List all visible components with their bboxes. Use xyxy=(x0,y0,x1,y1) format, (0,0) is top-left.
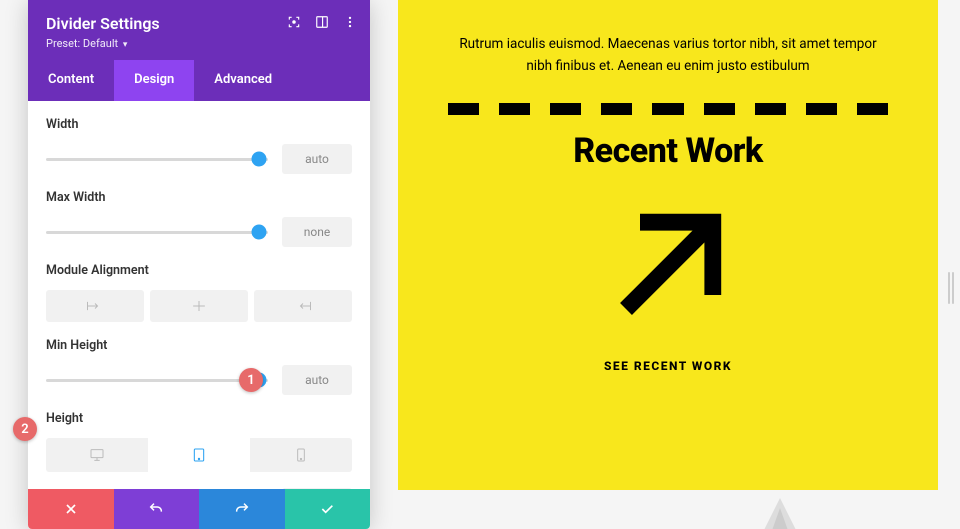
tab-design[interactable]: Design xyxy=(114,60,194,101)
caret-down-icon: ▾ xyxy=(123,40,128,50)
responsive-device-toggle xyxy=(46,438,352,472)
undo-button[interactable] xyxy=(114,489,200,529)
field-max-width: Max Width xyxy=(46,174,352,247)
divider-module[interactable] xyxy=(448,103,888,115)
width-slider[interactable] xyxy=(46,158,268,161)
field-min-height: Min Height xyxy=(46,322,352,395)
panel-dock-icon[interactable] xyxy=(314,14,330,30)
divider-settings-panel: Divider Settings Preset: Default ▾ Conte… xyxy=(28,0,370,529)
annotation-badge-2: 2 xyxy=(13,417,37,441)
min-height-value[interactable] xyxy=(282,365,352,395)
field-alignment: Module Alignment xyxy=(46,247,352,322)
alignment-label: Module Alignment xyxy=(46,263,352,278)
device-desktop-button[interactable] xyxy=(46,438,148,472)
panel-body: Width Max Width Module Alignment xyxy=(28,101,370,489)
align-left-button[interactable] xyxy=(46,290,144,322)
slider-thumb[interactable] xyxy=(252,152,267,167)
panel-header: Divider Settings Preset: Default ▾ xyxy=(28,0,370,60)
panel-preset[interactable]: Preset: Default ▾ xyxy=(46,37,352,50)
device-tablet-button[interactable] xyxy=(148,438,250,472)
min-height-slider[interactable] xyxy=(46,379,268,382)
min-height-label: Min Height xyxy=(46,338,352,353)
cancel-button[interactable] xyxy=(28,489,114,529)
preview-paragraph: Rutrum iaculis euismod. Maecenas varius … xyxy=(448,34,888,77)
width-label: Width xyxy=(46,117,352,132)
width-value[interactable] xyxy=(282,144,352,174)
panel-footer xyxy=(28,489,370,529)
see-recent-work-link[interactable]: SEE RECENT WORK xyxy=(604,359,732,373)
annotation-badge-1: 1 xyxy=(239,368,263,392)
height-label: Height xyxy=(46,411,352,426)
max-width-label: Max Width xyxy=(46,190,352,205)
redo-button[interactable] xyxy=(199,489,285,529)
max-width-value[interactable] xyxy=(282,217,352,247)
field-width: Width xyxy=(46,101,352,174)
align-right-button[interactable] xyxy=(254,290,352,322)
more-icon[interactable] xyxy=(342,14,358,30)
building-image xyxy=(720,498,840,529)
field-height: Height xyxy=(46,395,352,489)
preview-heading: Recent Work xyxy=(573,131,763,171)
align-center-button[interactable] xyxy=(150,290,248,322)
tab-advanced[interactable]: Advanced xyxy=(194,60,292,101)
tab-content[interactable]: Content xyxy=(28,60,114,101)
slider-thumb[interactable] xyxy=(252,225,267,240)
arrow-up-right-icon xyxy=(598,197,738,337)
preview-canvas: Rutrum iaculis euismod. Maecenas varius … xyxy=(398,0,938,490)
max-width-slider[interactable] xyxy=(46,231,268,234)
device-phone-button[interactable] xyxy=(250,438,352,472)
tabs: Content Design Advanced xyxy=(28,60,370,101)
resize-handle-icon[interactable] xyxy=(948,272,954,304)
focus-icon[interactable] xyxy=(286,14,302,30)
save-button[interactable] xyxy=(285,489,371,529)
